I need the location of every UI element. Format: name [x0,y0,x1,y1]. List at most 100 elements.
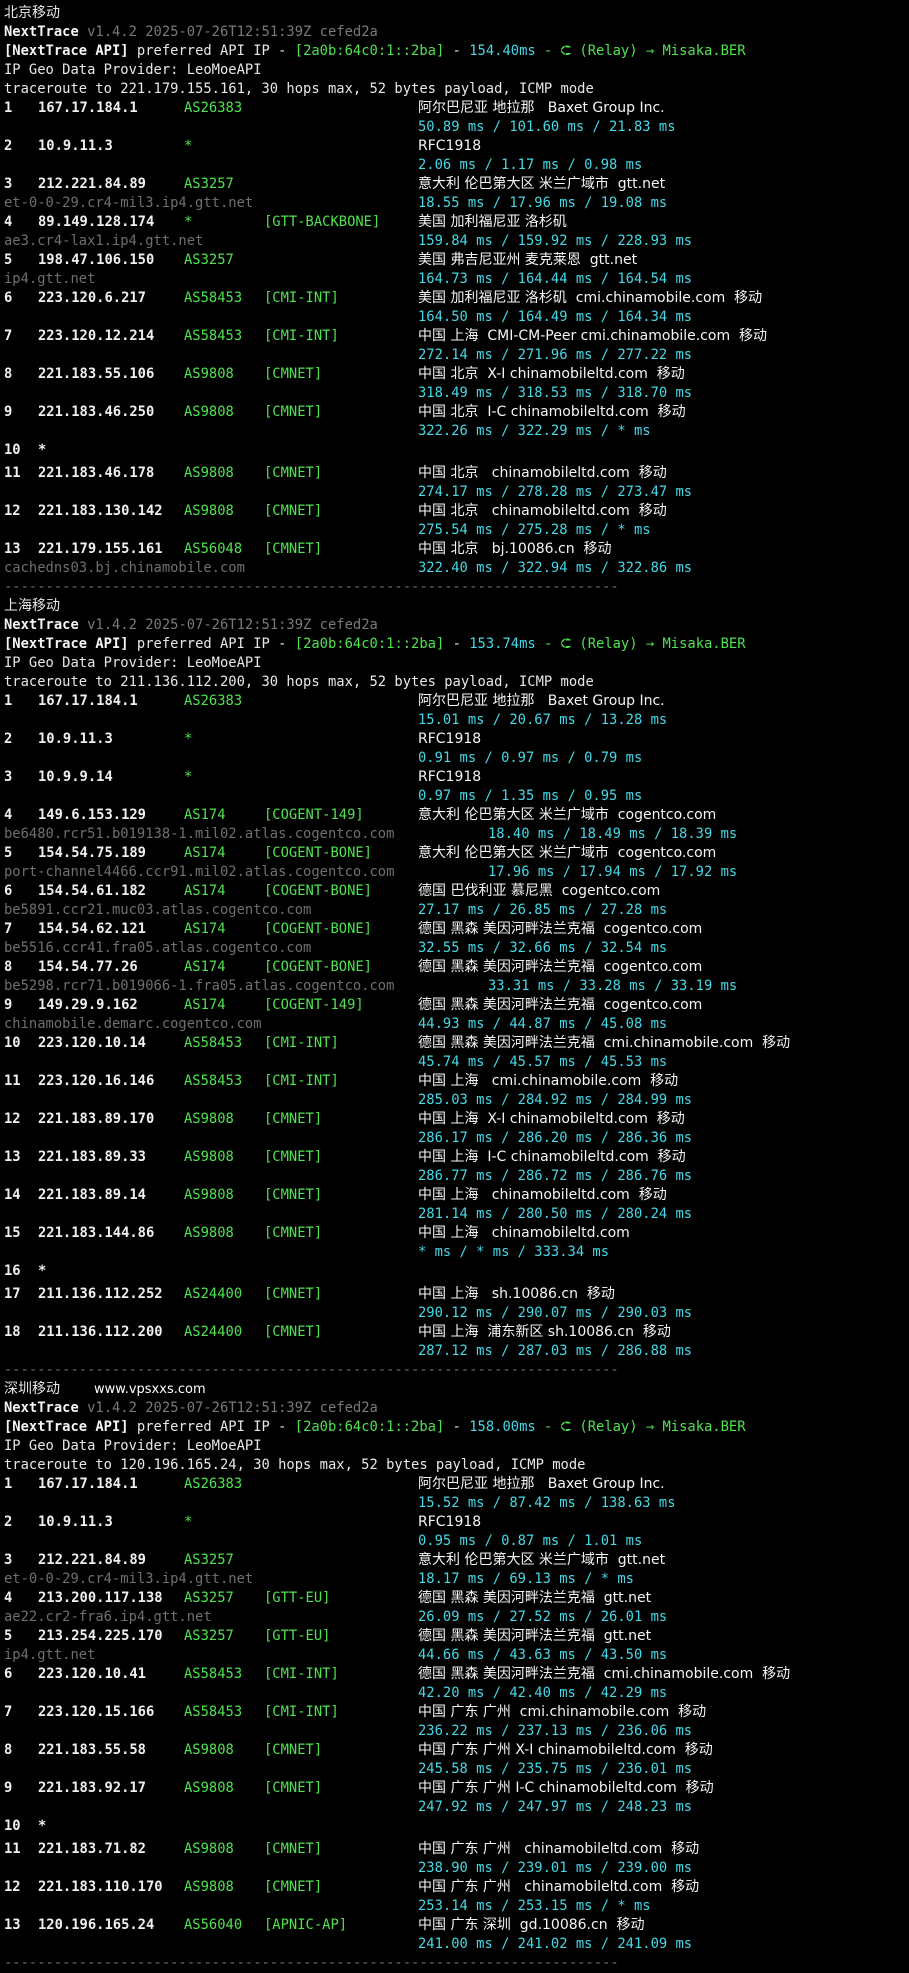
hop-ip: 212.221.84.89 [38,176,146,192]
hop-network-tag: [COGENT-149] [264,807,364,823]
hop-ip: 223.120.10.14 [38,1035,146,1051]
hop-ip: 221.183.144.86 [38,1225,155,1241]
hop-ip: 221.183.110.170 [38,1879,163,1895]
hop-rtt: 241.00 ms / 241.02 ms / 241.09 ms [418,1936,693,1952]
app-version: v1.4.2 2025-07-26T12:51:39Z cefed2a [87,617,378,633]
hop-ip: 198.47.106.150 [38,252,155,268]
geo-provider-line: IP Geo Data Provider: LeoMoeAPI [4,654,262,673]
hop-ip: 167.17.184.1 [38,1476,138,1492]
hop-ip: * [38,442,47,458]
api-line: [NextTrace API] preferred API IP - [2a0b… [4,635,746,654]
hop-ip: 149.29.9.162 [38,997,138,1013]
api-relay: - ⮈ (Relay) → Misaka.BER [544,636,746,652]
hop-ip: 221.183.130.142 [38,503,163,519]
section-separator: ----------------------------------------… [4,1361,619,1380]
hop-geo: 德国 巴伐利亚 慕尼黑 cogentco.com [418,883,661,899]
hop-detail-row: et-0-0-29.cr4-mil3.ip4.gtt.net 18.55 ms /… [4,194,667,213]
hop-geo: 中国 上海 chinamobileltd.com 移动 [418,1187,667,1203]
hop-hostname: be6480.rcr51.b019138-1.mil02.atlas.cogen… [4,826,395,842]
api-latency: 153.74ms [469,636,536,652]
hop-ip: 223.120.6.217 [38,290,146,306]
hop-asn: AS9808 [184,1841,234,1857]
hop-number: 13 [4,1917,21,1933]
hop-geo: 意大利 伦巴第大区 米兰广域市 gtt.net [418,176,666,192]
api-ip: [2a0b:64c0:1::2ba] [294,636,445,652]
hop-number: 2 [4,1514,13,1530]
hop-asn: AS9808 [184,366,234,382]
hop-detail-row: be5516.ccr41.fra05.atlas.cogentco.com 32.… [4,939,667,958]
hop-network-tag: [GTT-EU] [264,1590,331,1606]
watermark-text: www.vpsxxs.com [94,1382,206,1397]
hop-geo: 美国 加利福尼亚 洛杉矶 [418,214,567,230]
hop-geo: 中国 北京 I-C chinamobileltd.com 移动 [418,404,686,420]
hop-ip: 211.136.112.200 [38,1324,163,1340]
nexttrace-version-line: NextTrace v1.4.2 2025-07-26T12:51:39Z ce… [4,23,378,42]
hop-network-tag: [COGENT-149] [264,997,364,1013]
hop-geo: 阿尔巴尼亚 地拉那 Baxet Group Inc. [418,693,665,709]
hop-ip: 120.196.165.24 [38,1917,155,1933]
hop-detail-row: ip4.gtt.net 44.66 ms / 43.63 ms / 43.50 m… [4,1646,667,1665]
hop-rtt: 286.77 ms / 286.72 ms / 286.76 ms [418,1168,693,1184]
hop-number: 10 [4,1035,21,1051]
hop-ip: 167.17.184.1 [38,100,138,116]
hop-number: 6 [4,1666,13,1682]
geo-provider-line: IP Geo Data Provider: LeoMoeAPI [4,1437,262,1456]
hop-network-tag: [CMI-INT] [264,290,339,306]
hop-asn: AS9808 [184,1879,234,1895]
traceroute-info: traceroute to 221.179.155.161, 30 hops m… [4,81,594,97]
hop-number: 5 [4,252,13,268]
hop-number: 11 [4,1073,21,1089]
hop-rtt: 44.66 ms / 43.63 ms / 43.50 ms [418,1647,668,1663]
hop-asn: AS58453 [184,1073,243,1089]
hop-asn: AS174 [184,845,226,861]
traceroute-info: traceroute to 211.136.112.200, 30 hops m… [4,674,594,690]
hop-ip: 221.183.55.58 [38,1742,146,1758]
hop-rtt: 15.01 ms / 20.67 ms / 13.28 ms [418,712,668,728]
hop-number: 1 [4,1476,13,1492]
hop-asn: * [184,731,193,747]
hop-geo: RFC1918 [418,769,482,785]
hop-network-tag: [CMI-INT] [264,1035,339,1051]
hop-asn: AS9808 [184,1780,234,1796]
hop-rtt: 159.84 ms / 159.92 ms / 228.93 ms [418,233,693,249]
hop-rtt: 286.17 ms / 286.20 ms / 286.36 ms [418,1130,693,1146]
section-title: 深圳移动 www.vpsxxs.com [4,1380,206,1399]
hop-asn: AS174 [184,959,226,975]
hop-rtt: * ms / * ms / 333.34 ms [418,1244,610,1260]
hop-geo: 德国 黑森 美因河畔法兰克福 gtt.net [418,1590,652,1606]
hop-geo: 意大利 伦巴第大区 米兰广域市 cogentco.com [418,845,717,861]
hop-network-tag: [CMNET] [264,1879,323,1895]
hop-detail-row: port-channel4466.ccr91.mil02.atlas.cogen… [4,863,737,882]
hop-number: 10 [4,442,21,458]
hop-number: 16 [4,1263,21,1279]
api-ip: [2a0b:64c0:1::2ba] [294,43,445,59]
hop-network-tag: [CMI-INT] [264,328,339,344]
hop-network-tag: [CMI-INT] [264,1073,339,1089]
hop-ip: 10.9.9.14 [38,769,113,785]
hop-geo: 中国 北京 X-I chinamobileltd.com 移动 [418,366,685,382]
hop-ip: 10.9.11.3 [38,1514,113,1530]
hop-ip: 211.136.112.252 [38,1286,163,1302]
hop-asn: AS9808 [184,1187,234,1203]
hop-ip: 212.221.84.89 [38,1552,146,1568]
hop-network-tag: [CMNET] [264,1324,323,1340]
hop-number: 7 [4,921,13,937]
section-separator: ----------------------------------------… [4,578,619,597]
hop-ip: 154.54.62.121 [38,921,146,937]
hop-detail-row: et-0-0-29.cr4-mil3.ip4.gtt.net 18.17 ms /… [4,1570,634,1589]
api-text: preferred API IP - [136,636,287,652]
hop-rtt: 15.52 ms / 87.42 ms / 138.63 ms [418,1495,676,1511]
hop-ip: 10.9.11.3 [38,731,113,747]
hop-ip: 221.179.155.161 [38,541,163,557]
section-title: 北京移动 [4,4,60,23]
hop-ip: 154.54.61.182 [38,883,146,899]
hop-number: 7 [4,328,13,344]
hop-number: 8 [4,959,13,975]
hop-number: 4 [4,1590,13,1606]
hop-network-tag: [CMNET] [264,1187,323,1203]
hop-geo: 中国 北京 chinamobileltd.com 移动 [418,503,667,519]
hop-number: 8 [4,1742,13,1758]
hop-number: 1 [4,693,13,709]
hop-rtt: 245.58 ms / 235.75 ms / 236.01 ms [418,1761,693,1777]
hop-hostname: be5891.ccr21.muc03.atlas.cogentco.com [4,902,312,918]
